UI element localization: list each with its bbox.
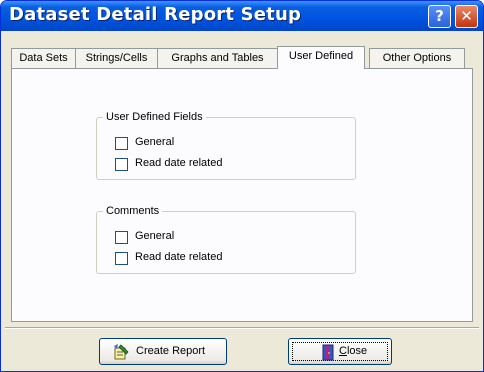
close-accesskey: C (339, 345, 347, 357)
close-button[interactable]: Close (288, 338, 392, 365)
checkbox-box[interactable] (115, 252, 128, 265)
user-defined-fields-legend: User Defined Fields (106, 111, 203, 123)
dialog-window: Dataset Detail Report Setup ? ✕ Data Set… (0, 0, 484, 372)
checkbox-box[interactable] (115, 158, 128, 171)
checkbox-label: Read date related (135, 251, 223, 263)
title-bar[interactable]: Dataset Detail Report Setup ? ✕ (1, 1, 483, 31)
checkbox-box[interactable] (115, 231, 128, 244)
checkbox-label: General (135, 230, 175, 242)
create-report-button[interactable]: Create Report (99, 338, 227, 365)
tab-strings-cells[interactable]: Strings/Cells (75, 48, 158, 68)
tab-graphs-and-tables[interactable]: Graphs and Tables (157, 48, 278, 68)
window-title: Dataset Detail Report Setup (9, 4, 302, 25)
door-icon (322, 344, 334, 361)
footer-separator (5, 327, 479, 329)
report-icon (114, 344, 129, 360)
tab-data-sets[interactable]: Data Sets (11, 48, 76, 68)
user-defined-panel: User Defined Fields General Read date re… (11, 68, 473, 322)
comments-group: Comments General Read date related (96, 205, 356, 274)
close-label-rest: lose (346, 345, 368, 357)
dialog-body: Data Sets Strings/Cells Graphs and Table… (5, 32, 479, 366)
tab-other-options[interactable]: Other Options (369, 48, 465, 68)
checkbox-label: General (135, 136, 175, 148)
close-label: Close (339, 345, 367, 357)
comments-legend: Comments (106, 205, 160, 217)
user-defined-fields-group: User Defined Fields General Read date re… (96, 111, 356, 180)
tab-user-defined[interactable]: User Defined (277, 46, 365, 69)
create-report-label: Create Report (136, 345, 206, 357)
help-button[interactable]: ? (428, 5, 451, 28)
checkbox-box[interactable] (115, 137, 128, 150)
window-close-button[interactable]: ✕ (455, 5, 478, 28)
checkbox-label: Read date related (135, 157, 223, 169)
